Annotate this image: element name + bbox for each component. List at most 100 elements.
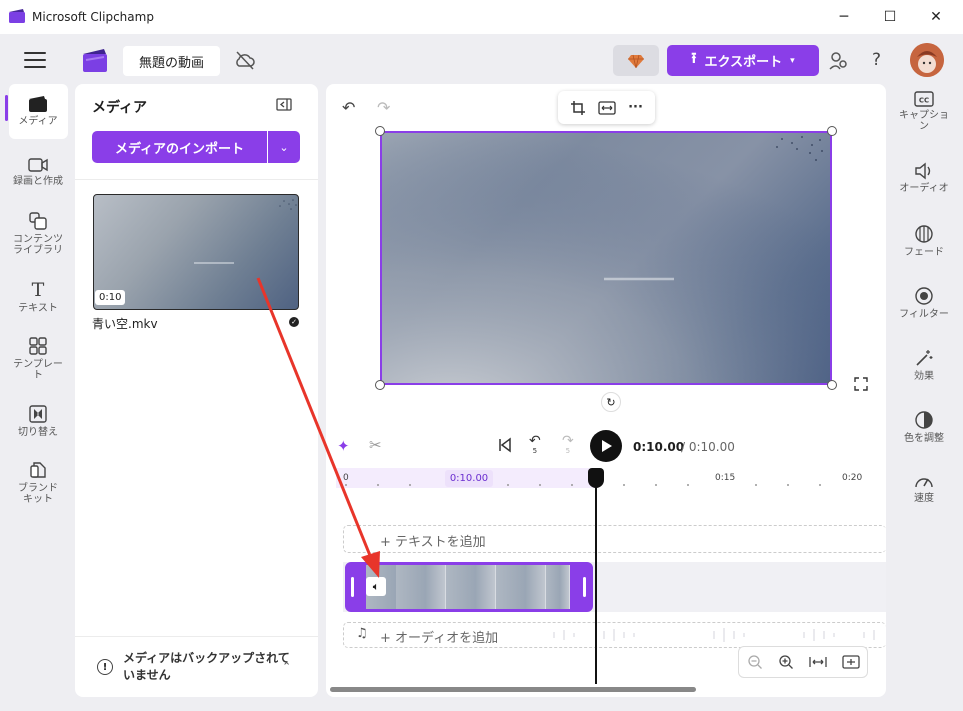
skip-to-start-icon[interactable] [497, 437, 513, 453]
play-icon [602, 440, 612, 452]
resize-handle[interactable] [375, 126, 385, 136]
effects-icon [916, 350, 933, 366]
import-media-button[interactable]: メディアのインポート [92, 131, 267, 163]
rewind-5-icon[interactable]: ↶ 5 [529, 434, 541, 456]
backup-notice[interactable]: メディアはバックアップされていません [123, 650, 293, 684]
rail-label: メディア [18, 116, 58, 127]
user-avatar[interactable] [910, 43, 944, 77]
fit-timeline-icon[interactable] [808, 655, 827, 669]
rail-label: 切り替え [18, 427, 58, 438]
rail-label: 録画と作成 [13, 176, 63, 187]
media-panel-title: メディア [92, 100, 148, 116]
color-adjust-icon [915, 411, 933, 429]
avatar-illustration [910, 43, 944, 77]
resize-handle[interactable] [827, 126, 837, 136]
right-rail-audio[interactable]: オーディオ [896, 162, 952, 194]
music-note-icon: ♫ [356, 626, 368, 641]
fit-icon[interactable] [598, 100, 616, 115]
play-button[interactable] [590, 430, 622, 462]
preview-toolbar: ··· [558, 91, 655, 124]
fullscreen-icon[interactable] [854, 377, 868, 391]
scissors-icon[interactable]: ✂ [369, 436, 382, 454]
crop-icon[interactable] [570, 100, 586, 116]
zoom-out-icon[interactable] [747, 654, 763, 670]
video-preview[interactable] [380, 131, 832, 385]
expand-timeline-icon[interactable] [841, 655, 860, 669]
clip-frame [496, 565, 546, 609]
playhead-line[interactable] [595, 470, 597, 684]
ruler-ticks [345, 484, 821, 486]
total-time: / 0:10.00 [681, 440, 735, 454]
hamburger-menu-icon[interactable] [24, 52, 46, 68]
clipchamp-brand-icon [83, 49, 107, 72]
resize-handle[interactable] [827, 380, 837, 390]
help-icon[interactable]: ? [872, 50, 881, 70]
rail-item-transitions[interactable]: 切り替え [7, 404, 69, 438]
checkmark-icon: ✓ [289, 317, 299, 327]
clipchamp-logo-icon [9, 9, 25, 23]
rail-item-record[interactable]: 録画と作成 [7, 157, 69, 187]
diamond-icon [628, 54, 644, 68]
rewind-seconds: 5 [532, 447, 538, 455]
right-rail-filters[interactable]: フィルター [896, 286, 952, 320]
magic-sparkle-icon[interactable]: ✦ [337, 437, 350, 455]
premium-diamond-button[interactable] [613, 45, 659, 76]
speaker-icon [915, 162, 931, 180]
clip-frame [546, 565, 570, 609]
cloud-sync-off-icon[interactable] [233, 49, 257, 71]
right-rail-speed[interactable]: 速度 [896, 472, 952, 504]
clip-trim-handle-right[interactable] [583, 577, 586, 597]
clip-frame [396, 565, 446, 609]
rail-label: フィルター [899, 309, 949, 320]
right-rail-color-adjust[interactable]: 色を調整 [896, 410, 952, 444]
resize-handle[interactable] [375, 380, 385, 390]
collapse-panel-icon[interactable] [276, 98, 292, 111]
rail-label: テンプレー ト [13, 359, 63, 381]
clip-frame [446, 565, 496, 609]
rail-label: テキスト [18, 303, 58, 314]
project-title[interactable]: 無題の動画 [123, 46, 220, 76]
rotate-icon[interactable]: ↻ [601, 392, 621, 412]
rail-item-brand-kit[interactable]: ブランド キット [7, 460, 69, 505]
rail-item-text[interactable]: T テキスト [7, 280, 69, 314]
import-dropdown-button[interactable]: ⌄ [268, 131, 300, 163]
rail-item-templates[interactable]: テンプレー ト [7, 336, 69, 381]
forward-seconds: 5 [565, 447, 571, 455]
rail-label: コンテンツ ライブラリ [13, 234, 63, 256]
share-people-icon[interactable] [828, 50, 850, 72]
horizontal-scrollbar[interactable] [330, 687, 696, 692]
rail-label: ブランド キット [18, 483, 58, 505]
add-audio-label[interactable]: + オーディオを追加 [380, 627, 498, 646]
minimize-button[interactable]: ─ [821, 0, 867, 34]
fade-icon [915, 225, 933, 243]
rail-label: 効果 [914, 371, 934, 382]
zoom-in-icon[interactable] [778, 654, 794, 670]
right-rail-fade[interactable]: フェード [896, 224, 952, 258]
export-button[interactable]: ⭱ エクスポート ▾ [667, 45, 819, 76]
chevron-down-icon: ▾ [790, 55, 795, 66]
divider [75, 179, 318, 180]
chevron-up-icon[interactable]: ⌃ [282, 660, 291, 673]
rail-label: オーディオ [899, 183, 949, 194]
more-icon[interactable]: ··· [628, 100, 643, 115]
forward-5-icon[interactable]: ↷ 5 [562, 434, 574, 456]
rail-item-media[interactable]: メディア [7, 95, 69, 127]
library-icon [29, 212, 47, 230]
rail-item-content-library[interactable]: コンテンツ ライブラリ [7, 211, 69, 256]
upload-icon: ⭱ [691, 49, 697, 67]
redo-icon[interactable]: ↷ [377, 98, 390, 117]
undo-icon[interactable]: ↶ [342, 98, 355, 117]
rail-label: フェード [904, 247, 944, 258]
media-duration-badge: 0:10 [95, 290, 126, 305]
rail-label: キャプショ ン [899, 110, 949, 132]
info-icon: ! [97, 659, 113, 675]
clip-trim-handle-left[interactable] [351, 577, 354, 597]
right-rail-captions[interactable]: CC キャプショ ン [896, 91, 952, 132]
sky-preview-image [382, 133, 830, 383]
right-rail-effects[interactable]: 効果 [896, 348, 952, 382]
volume-icon[interactable]: 🔈︎ [366, 577, 386, 596]
maximize-button[interactable]: ☐ [867, 0, 913, 34]
close-button[interactable]: ✕ [913, 0, 959, 34]
divider [75, 636, 318, 637]
add-text-label[interactable]: + テキストを追加 [380, 531, 486, 550]
